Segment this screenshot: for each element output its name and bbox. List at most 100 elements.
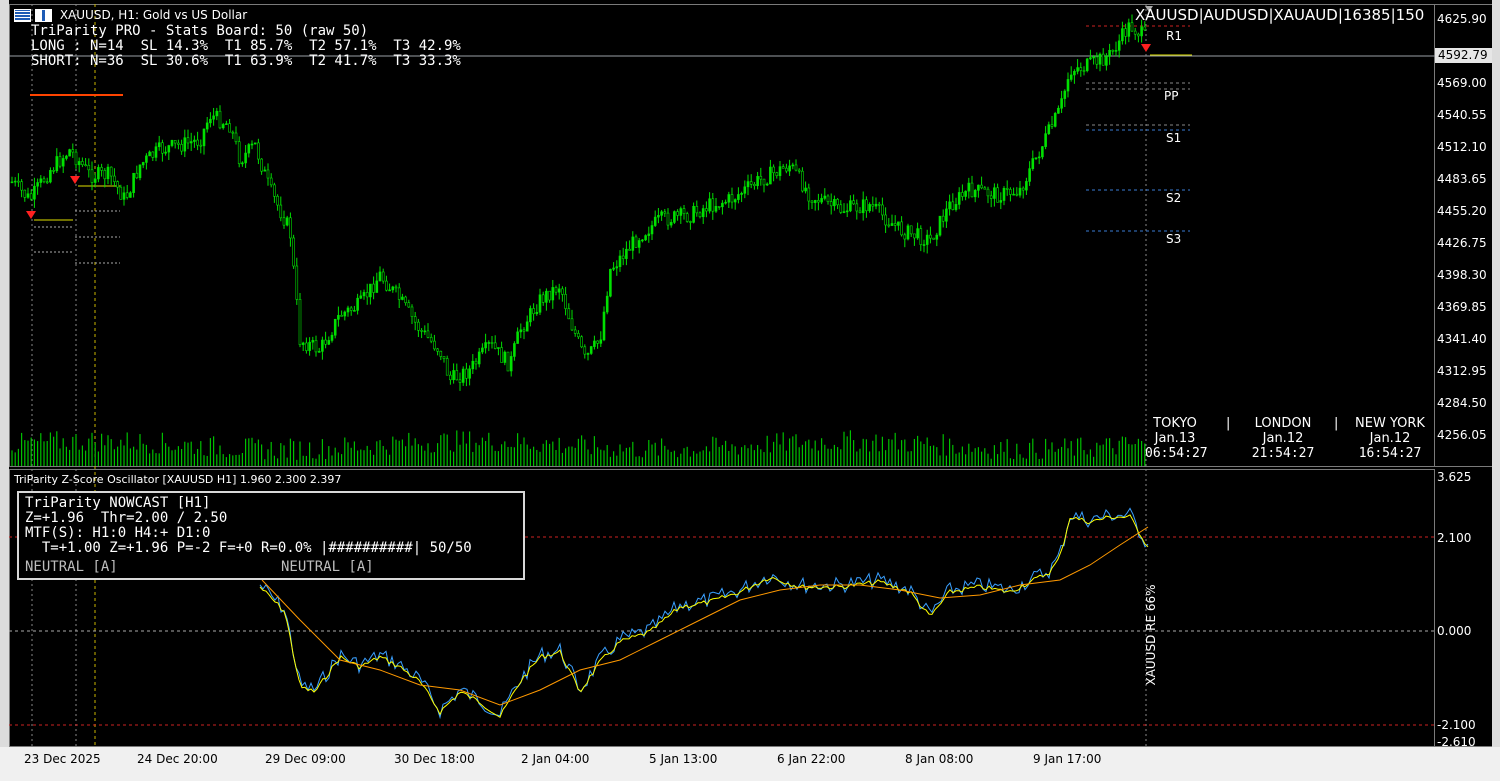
price-candle-body bbox=[938, 215, 942, 236]
nowcast-title: TriParity NOWCAST [H1] bbox=[25, 495, 211, 511]
price-candle-body bbox=[461, 368, 465, 383]
price-candle-body bbox=[244, 152, 247, 164]
price-candle-body bbox=[836, 199, 839, 206]
price-candle-body bbox=[122, 192, 126, 200]
price-candle-body bbox=[580, 336, 583, 348]
price-candle-body bbox=[989, 195, 993, 199]
time-axis-label: 8 Jan 08:00 bbox=[905, 752, 974, 766]
price-candle-body bbox=[1137, 33, 1140, 37]
price-candle-body bbox=[618, 255, 622, 267]
sell-signal-icon bbox=[70, 176, 80, 184]
price-candle-body bbox=[1121, 28, 1124, 42]
price-candle-body bbox=[983, 187, 987, 190]
price-candle-body bbox=[17, 180, 20, 183]
price-candle-body bbox=[705, 208, 708, 212]
oscillator-scale-label: -2.100 bbox=[1437, 718, 1476, 732]
price-candle-body bbox=[823, 195, 827, 199]
price-candle-body bbox=[577, 333, 580, 338]
chart-type-icon[interactable] bbox=[14, 9, 31, 22]
price-candle-body bbox=[410, 306, 414, 317]
price-candle-body bbox=[986, 188, 990, 197]
price-candle-body bbox=[980, 184, 983, 189]
price-candle-body bbox=[113, 175, 116, 182]
price-candle-body bbox=[257, 142, 260, 160]
price-candle-body bbox=[10, 181, 14, 184]
price-candle-body bbox=[1041, 146, 1044, 158]
price-candle-body bbox=[1124, 28, 1127, 37]
price-candle-body bbox=[849, 200, 852, 212]
price-candle-body bbox=[429, 337, 433, 342]
price-candle-body bbox=[961, 192, 964, 197]
price-candle-body bbox=[573, 329, 577, 334]
price-candle-body bbox=[727, 194, 731, 203]
chart-window-icon[interactable] bbox=[35, 9, 52, 22]
symbol-tag: XAUUSD|AUDUSD|XAUAUD|16385|150 bbox=[1135, 6, 1425, 24]
price-candle-body bbox=[1076, 67, 1079, 72]
price-candle-body bbox=[644, 235, 647, 241]
price-candle-body bbox=[365, 292, 369, 298]
price-candle-body bbox=[202, 128, 206, 147]
price-candle-body bbox=[369, 283, 372, 298]
price-candle-body bbox=[385, 280, 388, 291]
price-candle-body bbox=[173, 140, 177, 144]
price-candle-body bbox=[61, 158, 65, 167]
price-candle-body bbox=[90, 169, 94, 183]
price-candle-body bbox=[874, 203, 878, 207]
price-candle-body bbox=[247, 144, 251, 154]
price-candle-body bbox=[487, 342, 491, 344]
price-candle-body bbox=[474, 360, 478, 365]
price-candle-body bbox=[884, 214, 887, 226]
price-candle-body bbox=[282, 217, 286, 226]
price-candle-body bbox=[273, 184, 276, 197]
price-candle-body bbox=[164, 151, 167, 154]
price-candle-body bbox=[132, 172, 135, 193]
price-candle-body bbox=[394, 286, 398, 289]
price-candle-body bbox=[554, 287, 558, 293]
price-candle-body bbox=[1098, 53, 1102, 65]
price-candle-body bbox=[481, 347, 484, 353]
oscillator-title: TriParity Z-Score Oscillator [XAUUSD H1]… bbox=[14, 473, 342, 486]
time-axis-label: 24 Dec 20:00 bbox=[137, 752, 218, 766]
price-candle-body bbox=[420, 330, 423, 332]
price-candle-body bbox=[1012, 193, 1015, 196]
price-candle-body bbox=[1015, 193, 1019, 196]
price-candle-body bbox=[327, 340, 331, 345]
price-scale-label: 4312.95 bbox=[1437, 364, 1487, 378]
price-candle-body bbox=[308, 341, 311, 351]
price-candle-body bbox=[708, 198, 711, 212]
price-candle-body bbox=[948, 201, 951, 210]
price-candle-body bbox=[557, 288, 561, 293]
price-candle-body bbox=[45, 181, 49, 184]
stats-title: TriParity PRO - Stats Board: 50 (raw 50) bbox=[31, 23, 369, 39]
price-candle-body bbox=[234, 132, 238, 143]
price-candle-body bbox=[1066, 79, 1070, 92]
price-scale-label: 4625.90 bbox=[1437, 12, 1487, 26]
price-candle-body bbox=[490, 342, 494, 344]
price-candle-body bbox=[765, 183, 769, 186]
price-candle-body bbox=[161, 142, 164, 154]
price-candle-body bbox=[529, 308, 532, 323]
price-candle-body bbox=[388, 289, 391, 292]
price-candle-body bbox=[1127, 22, 1131, 37]
price-candle-body bbox=[269, 177, 273, 186]
price-candle-body bbox=[84, 164, 87, 167]
price-candle-body bbox=[125, 192, 129, 198]
price-candle-body bbox=[426, 330, 430, 338]
price-candle-body bbox=[458, 379, 462, 383]
price-candle-body bbox=[362, 292, 366, 297]
price-candle-body bbox=[55, 156, 59, 172]
pivot-s1: S1 bbox=[1166, 131, 1182, 145]
price-candle-body bbox=[516, 331, 519, 344]
price-candle-body bbox=[753, 184, 756, 186]
price-candle-body bbox=[1031, 158, 1035, 169]
price-candle-body bbox=[33, 185, 36, 200]
price-candle-body bbox=[737, 194, 740, 200]
price-candle-body bbox=[353, 310, 356, 312]
price-candle-body bbox=[26, 193, 30, 198]
price-candle-body bbox=[794, 164, 798, 171]
price-candle-body bbox=[641, 239, 644, 242]
price-candle-body bbox=[1085, 58, 1089, 72]
price-candle-body bbox=[1095, 56, 1099, 65]
price-candle-body bbox=[39, 178, 43, 183]
price-candle-body bbox=[209, 118, 212, 124]
